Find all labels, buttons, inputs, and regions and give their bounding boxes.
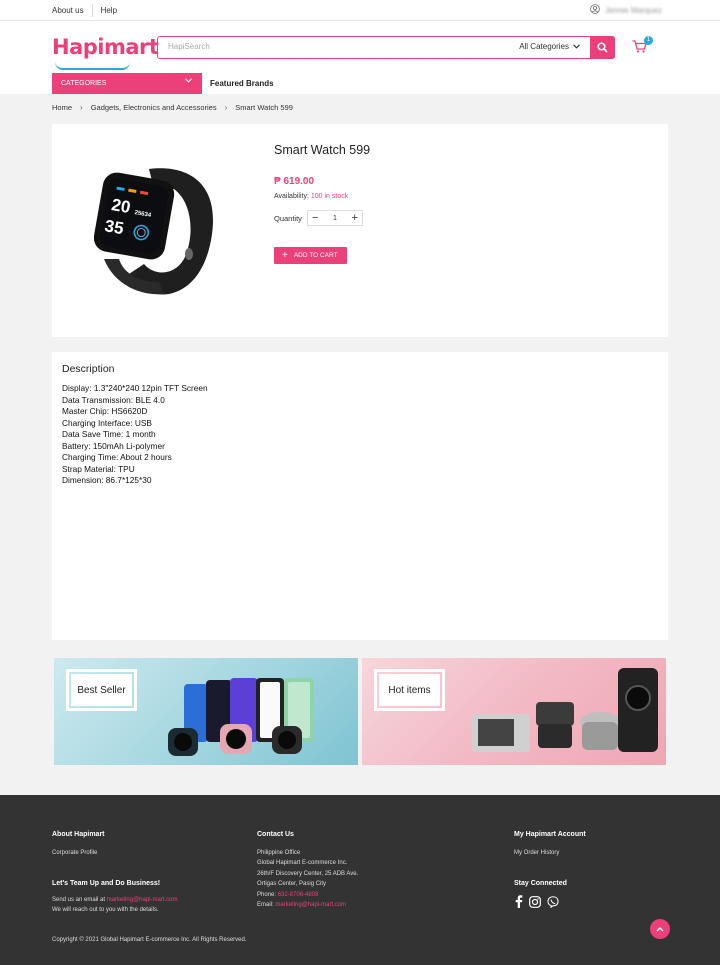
user-icon xyxy=(590,4,600,16)
stock-status: 100 in stock xyxy=(310,193,349,200)
user-name: Jennie Marquez xyxy=(605,5,662,15)
logo[interactable]: Hapimart xyxy=(52,35,159,70)
header: Hapimart HapiSearch All Categories 1 CAT… xyxy=(0,21,720,94)
product-price: ₱ 619.00 xyxy=(274,176,315,187)
help-link[interactable]: Help xyxy=(101,6,125,15)
contact-details: Philippine Office Global Hapimart E-comm… xyxy=(257,850,359,909)
account-title: My Hapimart Account xyxy=(514,831,586,838)
cart-badge: 1 xyxy=(644,36,653,45)
plus-icon: + xyxy=(282,249,288,261)
divider xyxy=(91,4,93,17)
hot-items-banner[interactable]: Hot items xyxy=(362,658,666,765)
watch-time-minutes: 35 xyxy=(103,216,125,238)
cart-button[interactable]: 1 xyxy=(632,36,653,56)
about-us-link[interactable]: About us xyxy=(52,6,92,15)
chevron-right-icon: › xyxy=(80,103,83,112)
list-item: Charging Interface: USB xyxy=(62,417,152,428)
plus-icon[interactable]: + xyxy=(352,212,358,224)
logo-smile xyxy=(55,62,130,70)
top-links: About us Help xyxy=(52,0,125,21)
description-list: Display: 1.3"240*240 12pin TFT Screen Da… xyxy=(62,383,208,487)
viber-icon[interactable] xyxy=(547,895,559,908)
breadcrumb-category[interactable]: Gadgets, Electronics and Accessories xyxy=(91,103,217,112)
description-title: Description xyxy=(62,363,115,375)
marketing-email-link[interactable]: marketing@hapi-mart.com xyxy=(107,897,178,903)
phone-link[interactable]: 632-8706-4808 xyxy=(278,892,319,898)
instagram-icon[interactable] xyxy=(529,895,541,908)
email-link[interactable]: marketing@hapi-mart.com xyxy=(275,902,346,908)
back-to-top-button[interactable] xyxy=(650,919,670,939)
team-up-text: Send us an email at marketing@hapi-mart.… xyxy=(52,897,178,914)
list-item: Dimension: 86.7*125*30 xyxy=(62,475,152,485)
about-title: About Hapimart xyxy=(52,831,105,838)
description-panel: Description Display: 1.3"240*240 12pin T… xyxy=(52,352,668,640)
quantity-value[interactable]: 1 xyxy=(333,215,337,222)
breadcrumb-home[interactable]: Home xyxy=(52,103,72,112)
footer: About Hapimart Corporate Profile Let's T… xyxy=(0,795,720,965)
featured-brands-link[interactable]: Featured Brands xyxy=(210,79,274,88)
search-bar: HapiSearch All Categories xyxy=(157,36,615,59)
team-up-title: Let's Team Up and Do Business! xyxy=(52,880,161,887)
list-item: Display: 1.3"240*240 12pin TFT Screen xyxy=(62,383,208,393)
list-item: Strap Material: TPU xyxy=(62,463,135,474)
list-item: Data Transmission: BLE 4.0 xyxy=(62,394,165,405)
corporate-profile-link[interactable]: Corporate Profile xyxy=(52,848,97,858)
list-item: Master Chip: HS6620D xyxy=(62,406,148,416)
minus-icon[interactable]: − xyxy=(312,212,318,224)
top-bar: About us Help Jennie Marquez xyxy=(0,0,720,21)
contact-title: Contact Us xyxy=(257,831,294,838)
search-input[interactable]: HapiSearch xyxy=(168,42,210,51)
list-item: Battery: 150mAh Li-polymer xyxy=(62,440,165,451)
quantity-label: Quantity xyxy=(274,213,302,223)
product-panel: 20 35 25634 Smart Watch 599 ₱ 619.00 Ava… xyxy=(52,124,668,337)
breadcrumb: Home › Gadgets, Electronics and Accessor… xyxy=(52,103,293,112)
watch-time-hours: 20 xyxy=(110,195,132,217)
search-button[interactable] xyxy=(590,36,615,59)
search-icon xyxy=(597,42,608,53)
best-seller-banner[interactable]: Best Seller xyxy=(54,658,358,765)
chevron-down-icon xyxy=(573,44,580,49)
phones-image xyxy=(168,678,314,756)
appliances-image xyxy=(472,668,658,752)
stay-connected-title: Stay Connected xyxy=(514,880,567,887)
categories-button[interactable]: CATEGORIES xyxy=(52,73,202,94)
order-history-link[interactable]: My Order History xyxy=(514,848,559,858)
facebook-icon[interactable] xyxy=(515,895,523,908)
list-item: Data Save Time: 1 month xyxy=(62,429,156,439)
category-select[interactable]: All Categories xyxy=(519,42,580,51)
product-title: Smart Watch 599 xyxy=(274,143,371,157)
quantity-row: Quantity − 1 + xyxy=(274,210,363,226)
product-image: 20 35 25634 xyxy=(93,164,219,302)
add-to-cart-button[interactable]: + ADD TO CART xyxy=(274,247,347,264)
user-menu[interactable]: Jennie Marquez xyxy=(590,4,662,16)
list-item: Charging Time: About 2 hours xyxy=(62,452,172,462)
social-links xyxy=(515,895,559,908)
copyright: Copyright © 2021 Global Hapimart E-comme… xyxy=(52,937,247,943)
quantity-stepper[interactable]: − 1 + xyxy=(306,210,363,226)
chevron-right-icon: › xyxy=(224,103,228,112)
availability: Availability: 100 in stock xyxy=(274,193,349,200)
breadcrumb-current: Smart Watch 599 xyxy=(235,103,293,112)
chevron-down-icon xyxy=(185,78,192,83)
chevron-up-icon xyxy=(656,927,664,932)
